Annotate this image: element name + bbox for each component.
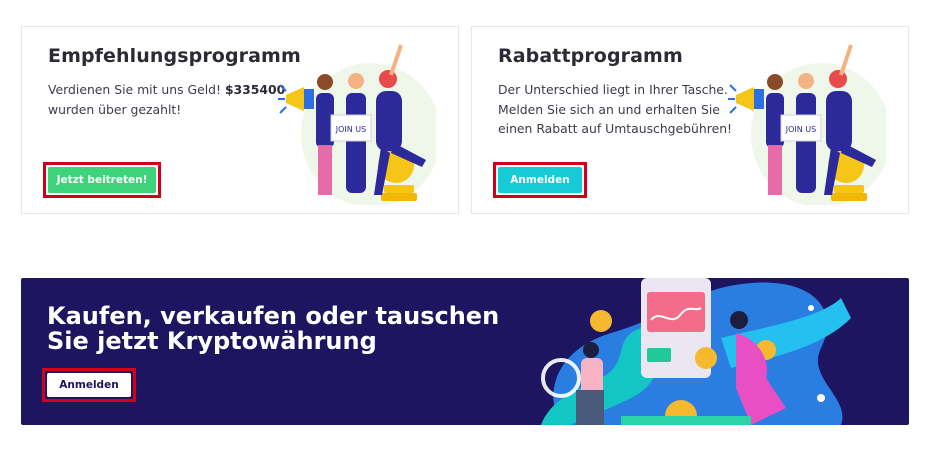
referral-button-highlight: Jetzt beitreten! — [43, 162, 161, 198]
referral-title: Empfehlungsprogramm — [48, 45, 301, 67]
crypto-banner: Kaufen, verkaufen oder tauschen Sie jetz… — [21, 278, 909, 425]
referral-card: Empfehlungsprogramm Verdienen Sie mit un… — [21, 26, 459, 214]
referral-text-after: wurden über gezahlt! — [48, 101, 182, 117]
banner-title: Kaufen, verkaufen oder tauschen Sie jetz… — [47, 302, 500, 355]
referral-description: Verdienen Sie mit uns Geld! $335400 wurd… — [48, 80, 288, 119]
discount-button-highlight: Anmelden — [493, 162, 587, 198]
discount-card: Rabattprogramm Der Unterschied liegt in … — [471, 26, 909, 214]
referral-text-before: Verdienen Sie mit uns Geld! — [48, 82, 225, 97]
crypto-illustration — [541, 278, 851, 425]
join-us-sign-text: JOIN US — [785, 125, 816, 134]
discount-signup-button[interactable]: Anmelden — [498, 167, 582, 193]
discount-title: Rabattprogramm — [498, 45, 683, 67]
banner-button-highlight: Anmelden — [42, 368, 136, 402]
discount-description: Der Unterschied liegt in Ihrer Tasche. M… — [498, 82, 733, 136]
join-now-button[interactable]: Jetzt beitreten! — [48, 167, 156, 193]
join-us-illustration: JOIN US — [728, 44, 886, 205]
join-us-sign-text: JOIN US — [335, 125, 366, 134]
banner-signup-button[interactable]: Anmelden — [47, 373, 131, 397]
join-us-illustration: JOIN US — [278, 44, 436, 205]
